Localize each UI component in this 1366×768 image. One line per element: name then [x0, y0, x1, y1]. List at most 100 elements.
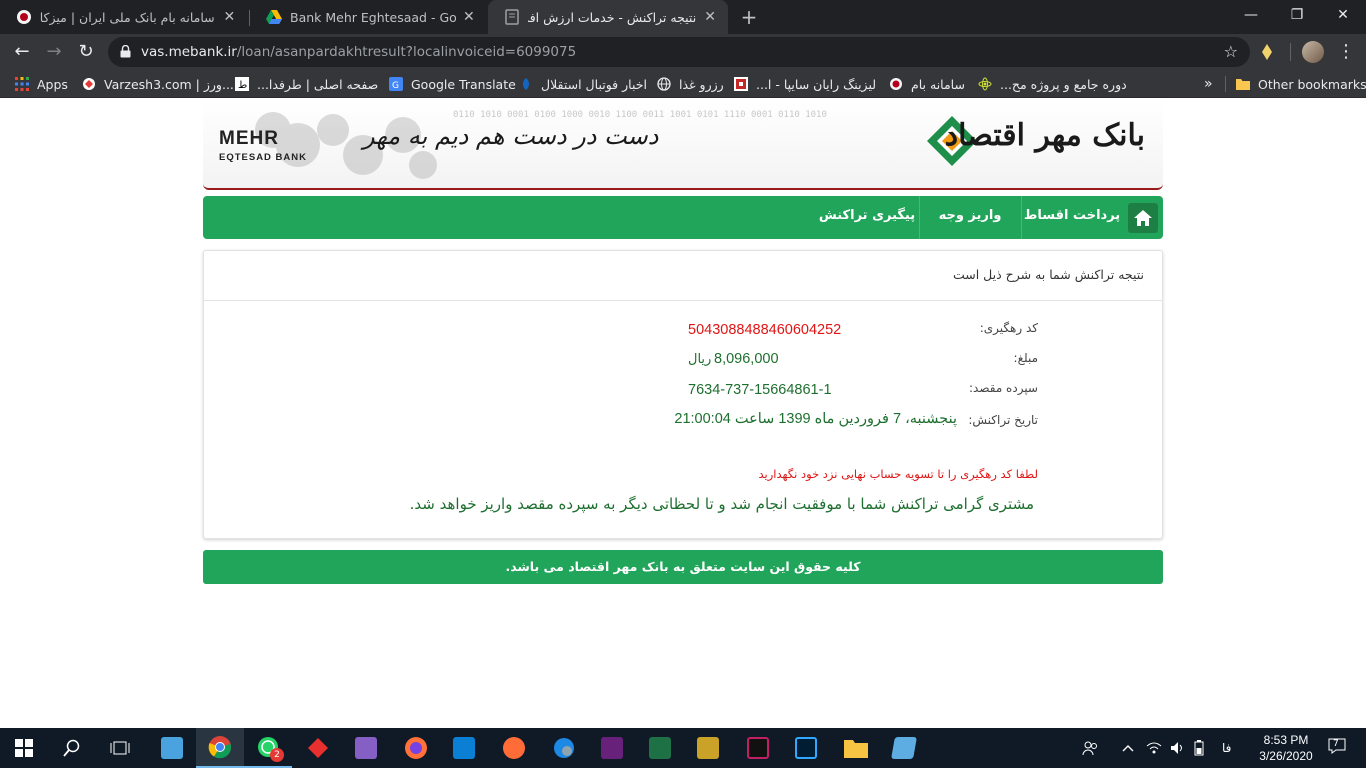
page-icon [504, 9, 520, 25]
system-clock[interactable]: 8:53 PM 3/26/2020 [1246, 732, 1326, 764]
chrome-menu-button[interactable]: ⋮ [1336, 38, 1356, 66]
notification-count: 7 [1333, 739, 1339, 749]
taskbar-app-visual-studio-2[interactable] [588, 728, 636, 768]
tab-title: نتیجه تراکنش - خدمات ارزش افزوده [528, 9, 697, 25]
bookmark-course[interactable]: دوره جامع و پروژه مح... [978, 75, 1127, 93]
start-button[interactable] [0, 728, 48, 768]
vscode-icon [453, 737, 475, 759]
bookmark-esteghlal-news[interactable]: اخبار فوتبال استقلال [519, 75, 647, 93]
lock-icon[interactable] [120, 45, 131, 58]
minimize-button[interactable]: — [1228, 0, 1274, 32]
excel-icon [649, 737, 671, 759]
apps-grid-icon [15, 77, 29, 91]
taskbar-app-explorer[interactable] [148, 728, 196, 768]
maximize-button[interactable]: ❐ [1274, 0, 1320, 32]
tab-google-drive[interactable]: Bank Mehr Eghtesaad - Google D ✕ [250, 0, 486, 34]
svg-text:G: G [392, 81, 399, 91]
whatsapp-badge: 2 [270, 748, 284, 762]
url-path: /loan/asanpardakhtresult?localinvoiceid=… [236, 44, 577, 60]
taskbar-app-excel[interactable] [636, 728, 684, 768]
bookmark-bam[interactable]: سامانه بام [889, 75, 965, 93]
address-bar[interactable]: vas.mebank.ir/loan/asanpardakhtresult?lo… [108, 37, 1250, 67]
taskbar-app-installer[interactable] [684, 728, 732, 768]
tray-overflow-chevron-icon[interactable] [1122, 728, 1134, 768]
tracking-code-value: 5043088488460604252 [688, 322, 842, 338]
tab-bank-melli[interactable]: سامانه بام بانک ملی ایران | میزکار ✕ [0, 0, 248, 34]
tab-transaction-result[interactable]: نتیجه تراکنش - خدمات ارزش افزوده ✕ [488, 0, 728, 34]
url-text[interactable]: vas.mebank.ir/loan/asanpardakhtresult?lo… [141, 44, 576, 60]
bookmark-star-icon[interactable]: ☆ [1224, 42, 1238, 61]
bookmark-apps[interactable]: Apps [15, 75, 68, 93]
atom-icon [978, 77, 992, 91]
taskbar-app-anydesk[interactable] [294, 728, 342, 768]
tab-close-button[interactable]: ✕ [221, 8, 238, 26]
nav-deposit[interactable]: واریز وجه [920, 196, 1020, 239]
taskbar-app-folder[interactable] [832, 728, 880, 768]
nav-installment-payment[interactable]: پرداخت اقساط [1021, 196, 1123, 239]
back-button[interactable]: ← [8, 38, 36, 66]
wifi-icon[interactable] [1146, 728, 1162, 768]
site-footer: کلیه حقوق این سایت متعلق به بانک مهر اقت… [203, 550, 1163, 584]
tab-close-button[interactable]: ✕ [462, 8, 476, 26]
visual-studio-2-icon [601, 737, 623, 759]
search-button[interactable] [48, 728, 96, 768]
tab-title: سامانه بام بانک ملی ایران | میزکار [40, 9, 215, 25]
people-icon[interactable] [1082, 728, 1098, 768]
bookmark-leasing[interactable]: لیزینگ رایان سایپا - ا... [734, 75, 876, 93]
forward-button[interactable]: → [40, 38, 68, 66]
bookmark-label: رزرو غذا [679, 76, 724, 92]
taskbar-app-postman[interactable] [490, 728, 538, 768]
browser-tab-strip: سامانه بام بانک ملی ایران | میزکار ✕ Ban… [0, 0, 1366, 34]
success-message: مشتری گرامی تراکنش شما با موفقیت انجام ش… [409, 495, 1034, 513]
start-icon [15, 739, 33, 757]
bookmark-google-translate[interactable]: G Google Translate [389, 75, 516, 93]
notepad-icon [891, 737, 917, 759]
binary-pattern: 0110 1010 0001 0100 1000 0010 1100 0011 … [453, 110, 827, 120]
home-button[interactable] [1128, 203, 1158, 233]
postman-icon [503, 737, 525, 759]
input-language[interactable]: فا [1222, 728, 1231, 768]
taskbar-app-notepad[interactable] [880, 728, 928, 768]
browser-toolbar: ← → ↻ vas.mebank.ir/loan/asanpardakhtres… [0, 34, 1366, 70]
nav-track-transaction[interactable]: پیگیری تراکنش [815, 196, 919, 239]
reload-button[interactable]: ↻ [72, 38, 100, 66]
taskbar-app-chrome[interactable] [196, 728, 244, 768]
tab-close-button[interactable]: ✕ [702, 8, 718, 26]
other-bookmarks[interactable]: Other bookmarks [1236, 75, 1366, 93]
taskbar-app-photoshop[interactable] [782, 728, 830, 768]
anydesk-icon [308, 738, 328, 758]
card-header: نتیجه تراکنش شما به شرح ذیل است [204, 251, 1162, 301]
windows-taskbar: 2 فا 8:53 PM 3/26/2020 7 [0, 728, 1366, 768]
bookmarks-overflow-button[interactable]: » [1204, 75, 1213, 93]
tab-title: Bank Mehr Eghtesaad - Google D [290, 9, 456, 25]
toolbar-divider [1290, 43, 1291, 61]
taskbar-app-visual-studio[interactable] [342, 728, 390, 768]
amount-value: 8,096,000 [714, 351, 779, 367]
taskbar-app-globe[interactable] [540, 728, 588, 768]
taskbar-app-whatsapp[interactable]: 2 [244, 728, 292, 768]
rider-icon [747, 737, 769, 759]
visual-studio-icon [355, 737, 377, 759]
bookmark-food-reservation[interactable]: رزرو غذا [657, 75, 724, 93]
profile-avatar[interactable] [1302, 41, 1324, 63]
bank-melli-icon [16, 9, 32, 25]
bookmark-label: Apps [37, 76, 68, 92]
volume-icon[interactable] [1170, 728, 1186, 768]
new-tab-button[interactable]: + [738, 6, 760, 28]
bookmark-varzesh3[interactable]: Varzesh3.com | ورز... [82, 75, 234, 93]
extension-icon[interactable] [1258, 43, 1276, 61]
notification-center-icon[interactable]: 7 [1327, 738, 1347, 758]
bookmark-label: Other bookmarks [1258, 76, 1366, 92]
taskbar-app-firefox[interactable] [392, 728, 440, 768]
esteghlal-icon [519, 77, 533, 91]
tarafdari-icon: ط [235, 77, 249, 91]
battery-icon[interactable] [1194, 728, 1204, 768]
close-window-button[interactable]: ✕ [1320, 0, 1366, 32]
bookmark-tarafdari[interactable]: ط صفحه اصلی | طرفدا... [235, 75, 378, 93]
bookmark-label: صفحه اصلی | طرفدا... [257, 76, 379, 92]
taskbar-app-vscode[interactable] [440, 728, 488, 768]
tracking-warning-text: لطفا کد رهگیری را تا تسویه حساب نهایی نز… [758, 467, 1038, 481]
taskbar-app-rider[interactable] [734, 728, 782, 768]
task-view-button[interactable] [96, 728, 144, 768]
svg-text:ط: ط [238, 80, 247, 91]
